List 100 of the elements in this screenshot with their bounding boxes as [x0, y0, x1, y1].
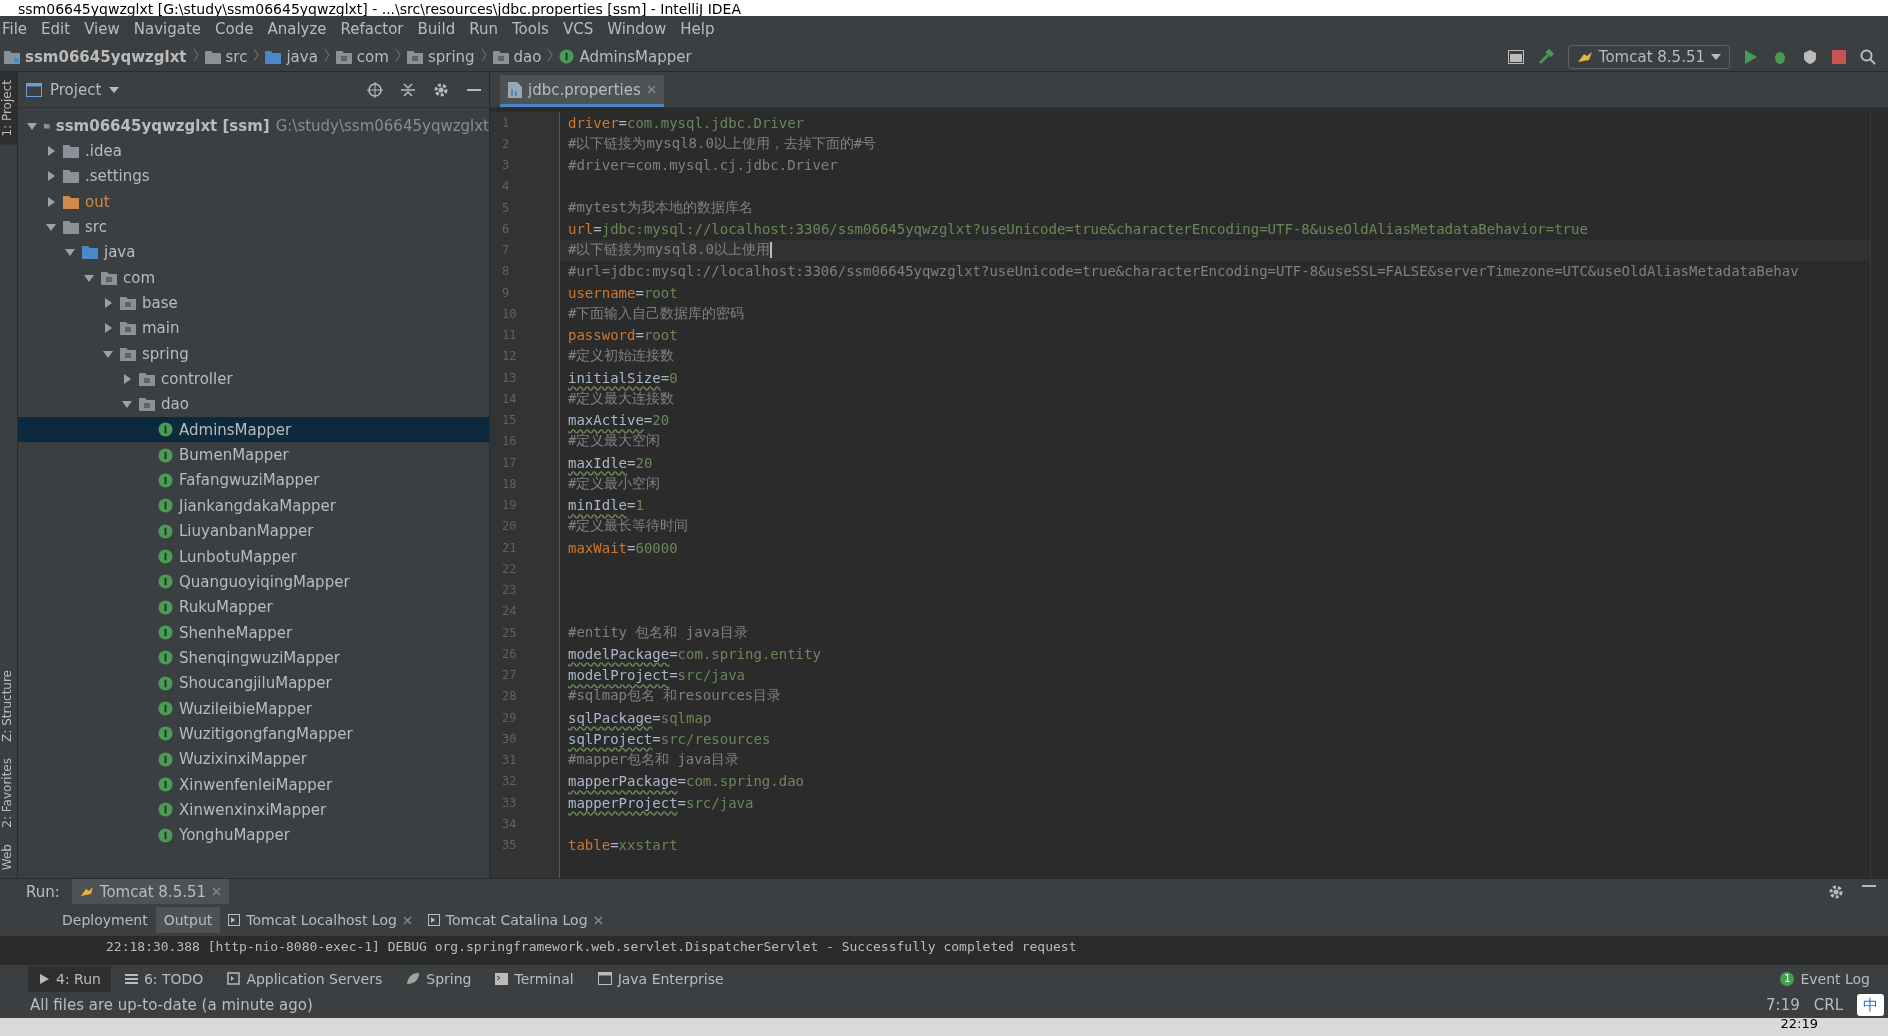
tree-item[interactable]: FafangwuziMapper [18, 467, 489, 494]
side-tab[interactable]: 2: Favorites [0, 750, 17, 836]
hammer-icon[interactable] [1537, 48, 1554, 65]
menu-item[interactable]: Navigate [126, 20, 209, 38]
tree-item[interactable]: out [18, 189, 489, 215]
menu-item[interactable]: Edit [34, 20, 78, 38]
breadcrumb[interactable]: java [265, 47, 322, 66]
breadcrumb[interactable]: spring [406, 47, 479, 66]
tree-item[interactable]: main [18, 315, 489, 342]
tool-window-tab[interactable]: Terminal [485, 965, 584, 992]
collapsed-arrow-icon[interactable] [121, 373, 133, 386]
list-icon [124, 972, 138, 985]
breadcrumb[interactable]: dao [492, 47, 546, 66]
tree-item[interactable]: WuzixinxiMapper [18, 746, 489, 772]
settings-icon[interactable] [433, 81, 449, 98]
run-tab[interactable]: Output [155, 907, 221, 933]
tree-item[interactable]: src [18, 214, 489, 240]
editor-tab[interactable]: jdbc.properties [500, 75, 664, 107]
breadcrumb[interactable]: AdminsMapper [559, 47, 696, 66]
tree-item[interactable]: ShenqingwuziMapper [18, 645, 489, 671]
line-separator[interactable]: CRL [1813, 996, 1843, 1014]
tree-item[interactable]: XinwenfenleiMapper [18, 771, 489, 798]
tree-item[interactable]: BumenMapper [18, 442, 489, 468]
menu-item[interactable]: View [77, 20, 127, 38]
tool-window-tab[interactable]: Application Servers [217, 965, 393, 992]
tree-item[interactable]: spring [18, 341, 489, 367]
breadcrumb[interactable]: com [335, 47, 393, 66]
tree-item[interactable]: XinwenxinxiMapper [18, 797, 489, 823]
event-log-button[interactable]: 1 Event Log [1780, 970, 1888, 987]
interface-icon [158, 473, 173, 488]
settings-icon[interactable] [1828, 883, 1844, 900]
tree-item[interactable]: dao [18, 391, 489, 418]
caret-position[interactable]: 7:19 [1766, 996, 1800, 1014]
code-line: username=root [567, 284, 678, 301]
menu-item[interactable]: Window [600, 20, 674, 38]
run-icon[interactable] [1744, 48, 1758, 65]
layout-icon[interactable] [1507, 49, 1524, 64]
close-icon[interactable] [212, 887, 222, 896]
collapsed-arrow-icon[interactable] [102, 297, 114, 310]
tree-item[interactable]: QuanguoyiqingMapper [18, 569, 489, 595]
tool-window-tab[interactable]: 4: Run [28, 965, 111, 992]
run-configuration-dropdown[interactable]: Tomcat 8.5.51 [1567, 44, 1730, 69]
collapse-icon[interactable] [401, 81, 415, 98]
tree-item[interactable]: WuzileibieMapper [18, 695, 489, 722]
tree-item[interactable]: .idea [18, 138, 489, 164]
tree-item-label: QuanguoyiqingMapper [179, 572, 350, 591]
coverage-icon[interactable] [1802, 48, 1818, 65]
tree-item[interactable]: java [18, 239, 489, 266]
file-icon [508, 81, 522, 98]
breadcrumb[interactable]: src [204, 47, 252, 66]
side-tab[interactable]: 1: Project [0, 72, 17, 145]
search-icon[interactable] [1860, 48, 1876, 65]
side-tab[interactable]: Z: Structure [0, 662, 17, 751]
menu-item[interactable]: Analyze [260, 20, 334, 38]
close-icon[interactable] [402, 915, 412, 925]
run-tab[interactable]: Tomcat Localhost Log [220, 907, 420, 933]
tree-item[interactable]: ShenheMapper [18, 619, 489, 646]
panel-title[interactable]: Project [50, 80, 102, 99]
collapsed-arrow-icon[interactable] [102, 322, 114, 335]
menu-item[interactable]: VCS [555, 20, 601, 38]
tree-item[interactable]: controller [18, 366, 489, 392]
menu-item[interactable]: Refactor [333, 20, 411, 38]
stop-icon[interactable] [1832, 49, 1846, 64]
tree-item-label: ShenqingwuziMapper [179, 648, 340, 667]
collapsed-arrow-icon[interactable] [45, 170, 57, 183]
close-icon[interactable] [593, 915, 603, 925]
tree-item[interactable]: AdminsMapper [18, 417, 489, 443]
tree-item[interactable]: RukuMapper [18, 594, 489, 620]
tree-item[interactable]: LiuyanbanMapper [18, 518, 489, 544]
run-tab[interactable]: Tomcat Catalina Log [419, 907, 611, 933]
tree-item[interactable]: LunbotuMapper [18, 543, 489, 570]
tool-window-tab[interactable]: Java Enterprise [587, 965, 734, 992]
menu-item[interactable]: File [0, 20, 35, 38]
menu-item[interactable]: Code [208, 20, 261, 38]
close-icon[interactable] [646, 85, 656, 94]
tree-item[interactable]: com [18, 265, 489, 291]
tree-item[interactable]: WuzitigongfangMapper [18, 721, 489, 747]
menu-item[interactable]: Help [673, 20, 722, 38]
menu-item[interactable]: Run [462, 20, 505, 38]
tree-item[interactable]: base [18, 290, 489, 316]
tree-item[interactable]: ShoucangjiluMapper [18, 670, 489, 696]
tree-item-label: ShenheMapper [179, 623, 293, 642]
tree-item-label: WuzixinxiMapper [179, 750, 307, 769]
menu-item[interactable]: Tools [504, 20, 556, 38]
collapsed-arrow-icon[interactable] [45, 195, 57, 208]
tree-item[interactable]: .settings [18, 163, 489, 190]
side-tab[interactable]: Web [0, 835, 17, 878]
tree-item[interactable]: YonghuMapper [18, 822, 489, 848]
tree-item[interactable]: JiankangdakaMapper [18, 493, 489, 519]
dropdown-arrow-icon[interactable] [109, 86, 120, 93]
tree-item[interactable]: ssm06645yqwzglxt [ssm] G:\study\ssm06645yqwzglxt [18, 113, 489, 139]
collapsed-arrow-icon[interactable] [45, 145, 57, 157]
run-tab[interactable]: Deployment [54, 907, 156, 933]
menu-item[interactable]: Build [410, 20, 463, 38]
ime-toolbar[interactable]: 中 [1857, 994, 1884, 1016]
tool-window-tab[interactable]: Spring [396, 965, 482, 992]
breadcrumb[interactable]: ssm06645yqwzglxt [4, 47, 191, 66]
run-session-tab[interactable]: Tomcat 8.5.51 [71, 878, 230, 905]
target-icon[interactable] [367, 81, 383, 98]
tool-window-tab[interactable]: 6: TODO [114, 965, 214, 992]
